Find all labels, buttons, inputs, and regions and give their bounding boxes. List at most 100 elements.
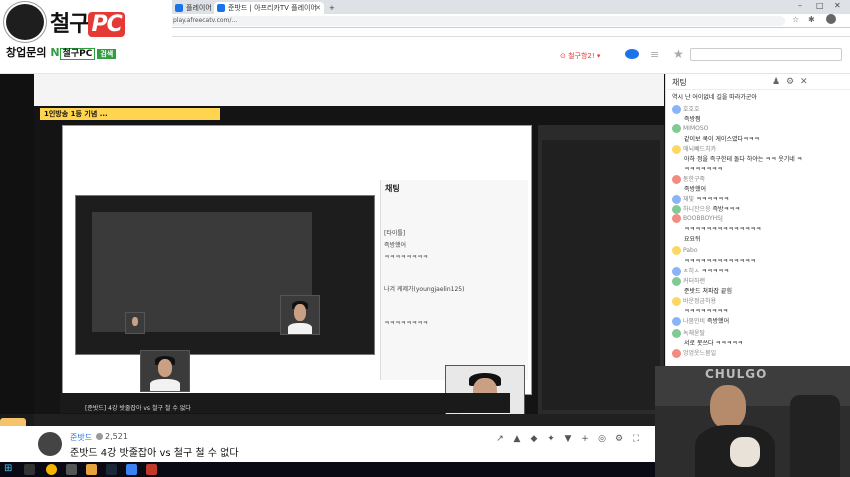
gift-icon[interactable]: ◆ — [529, 434, 539, 444]
profile-avatar[interactable] — [826, 14, 836, 24]
webcam-wall-text: CHULGO — [705, 367, 768, 381]
browser-tab[interactable]: 플레이어 — [172, 2, 212, 14]
star-icon[interactable]: ✦ — [546, 434, 556, 444]
windows-start-icon[interactable]: ⊞ — [4, 463, 12, 474]
stream-banner: 1인방송 1등 기념 ... — [40, 108, 220, 120]
users-icon[interactable]: ♟ — [772, 77, 780, 87]
chat-bubble-icon[interactable] — [625, 49, 639, 59]
search-icon[interactable] — [24, 464, 35, 475]
bookmark-star-icon[interactable]: ☆ — [792, 15, 799, 24]
gaming-chair — [790, 395, 840, 477]
logo-subtitle: 창업문의 N 철구PC 검색 — [6, 44, 166, 60]
app-icon[interactable] — [146, 464, 157, 475]
chat-avatar — [672, 329, 681, 338]
chat-avatar — [672, 349, 681, 358]
up-icon[interactable]: ▲ — [512, 434, 522, 444]
stream-inner-msg: 즉방했어 — [384, 242, 407, 249]
chat-nick[interactable]: Pabo — [683, 247, 698, 254]
streamer-name[interactable]: 준밧드 — [70, 432, 92, 443]
chat-nick[interactable]: 하니잔으응 — [683, 206, 711, 213]
chat-avatar — [672, 105, 681, 114]
logo-emblem — [4, 2, 46, 42]
chat-text: 즉방ㅋㅋㅋ — [712, 206, 741, 213]
nested-webcam-small — [125, 312, 145, 334]
chat-nick[interactable]: 나뭄인비 — [683, 318, 705, 325]
stream-inner-chat — [380, 180, 528, 380]
taskview-icon[interactable] — [66, 464, 77, 475]
logo-search-text: 검색 — [97, 49, 117, 59]
chat-nick[interactable]: 동한구죽 — [683, 176, 705, 183]
inner-webcam — [140, 350, 190, 392]
chat-nick[interactable]: 바운정금하용 — [683, 298, 716, 305]
stream-inner-title: [준밧드] 4강 밧줄잡아 vs 철구 철 수 없다 — [85, 405, 191, 412]
app-icon[interactable] — [126, 464, 137, 475]
chat-nick[interactable]: BOOBBOYHSJ — [683, 215, 723, 222]
stream-inner-chat-title: 채팅 — [385, 184, 400, 193]
chrome-icon[interactable] — [46, 464, 57, 475]
webcam-face — [157, 359, 173, 377]
chat-text: 즉방했어 — [684, 186, 707, 193]
tab-favicon-icon — [217, 4, 225, 12]
logo-pc-text: PC — [88, 12, 125, 37]
close-window-icon[interactable]: ✕ — [834, 1, 841, 10]
share-icon[interactable]: ↗ — [495, 434, 505, 444]
tab-label: 준밧드 | 아프리카TV 플레이어 — [228, 4, 317, 12]
chat-nick[interactable]: MIMOSO — [683, 125, 708, 132]
chat-text: 즉방쩜 — [684, 116, 701, 123]
chat-nick[interactable]: 애뇌빼드치카 — [683, 146, 716, 153]
settings-icon[interactable]: ⚙ — [614, 434, 624, 444]
close-icon[interactable]: ✕ — [800, 77, 808, 87]
favorite-star-icon[interactable]: ★ — [673, 47, 684, 61]
chat-message-text: 요요뒤 — [684, 234, 850, 245]
chat-avatar — [672, 297, 681, 306]
chat-text: 같이보 쿡이 게이스였다ㅋㅋㅋ — [684, 136, 760, 143]
menu-icon[interactable]: ≡ — [650, 48, 659, 61]
chat-nick[interactable]: 호호호 — [683, 106, 700, 113]
fullscreen-icon[interactable]: ⛶ — [631, 434, 641, 444]
chat-text: ㅋㅋㅋㅋㅋㅋ — [695, 196, 730, 203]
browser-tab-active[interactable]: 준밧드 | 아프리카TV 플레이어 ✕ — [214, 2, 324, 14]
maximize-icon[interactable]: □ — [816, 1, 824, 10]
close-icon[interactable]: ✕ — [315, 2, 321, 14]
windows-taskbar — [0, 462, 655, 477]
chat-nick[interactable]: 커터하랜 — [683, 278, 705, 285]
plus-icon[interactable]: + — [580, 434, 590, 444]
chat-avatar — [672, 246, 681, 255]
tab-favicon-icon — [175, 4, 183, 12]
url-field[interactable]: play.afreecatv.com/... — [165, 16, 785, 26]
extensions-icon[interactable]: ✱ — [808, 15, 815, 24]
chat-nick[interactable]: 재빛 — [683, 196, 694, 203]
chat-text: ㅋㅋㅋㅋㅋㅋㅋㅋㅋㅋㅋㅋㅋ — [684, 258, 756, 265]
header-user-badge[interactable]: ⊙ 철구항2! ▾ — [560, 51, 600, 61]
chat-text: 요요뒤 — [684, 236, 701, 243]
chat-avatar — [672, 205, 681, 214]
bell-icon[interactable]: ◎ — [597, 434, 607, 444]
stream-title: 준밧드 4강 밧줄잡아 vs 철구 철 수 없다 — [70, 448, 239, 459]
chat-header — [665, 74, 850, 90]
stream-inner-msg: 나겨 케제가(youngjaelin125) — [384, 286, 465, 293]
new-tab-button[interactable]: + — [326, 2, 338, 14]
chat-avatar — [672, 195, 681, 204]
chat-avatar — [672, 277, 681, 286]
logo-sub-text: 창업문의 — [6, 46, 47, 59]
chat-text: ㅋㅋㅋㅋㅋㅋㅋㅋ — [684, 308, 729, 315]
chat-nick[interactable]: 녹체윤탈 — [683, 330, 705, 337]
stream-side-chat — [542, 140, 660, 410]
plush-toy — [730, 437, 760, 467]
chat-nick[interactable]: ㅈ히ㅅ — [683, 268, 700, 275]
webcam-body — [287, 322, 313, 334]
thumb-icon[interactable]: ▼ — [563, 434, 573, 444]
chat-nick[interactable]: 엉엉웃느뭄일 — [683, 350, 716, 357]
folder-icon[interactable] — [86, 464, 97, 475]
gear-icon[interactable]: ⚙ — [786, 77, 794, 87]
nested-webcam — [280, 295, 320, 335]
streamer-avatar[interactable] — [38, 432, 62, 456]
minimize-icon[interactable]: – — [798, 1, 802, 10]
steam-icon[interactable] — [106, 464, 117, 475]
chat-text: 아하 정을 즉구한테 돌다 하야는 ㅋㅋ 웃기네 ㅋ — [684, 156, 803, 163]
webcam-body — [149, 379, 181, 391]
stream-inner-msg: [타이틀] — [384, 230, 406, 237]
chat-avatar — [672, 124, 681, 133]
search-input[interactable] — [690, 48, 842, 61]
stream-inner-msg: ㅋㅋㅋㅋㅋㅋㅋㅋ — [384, 254, 429, 261]
